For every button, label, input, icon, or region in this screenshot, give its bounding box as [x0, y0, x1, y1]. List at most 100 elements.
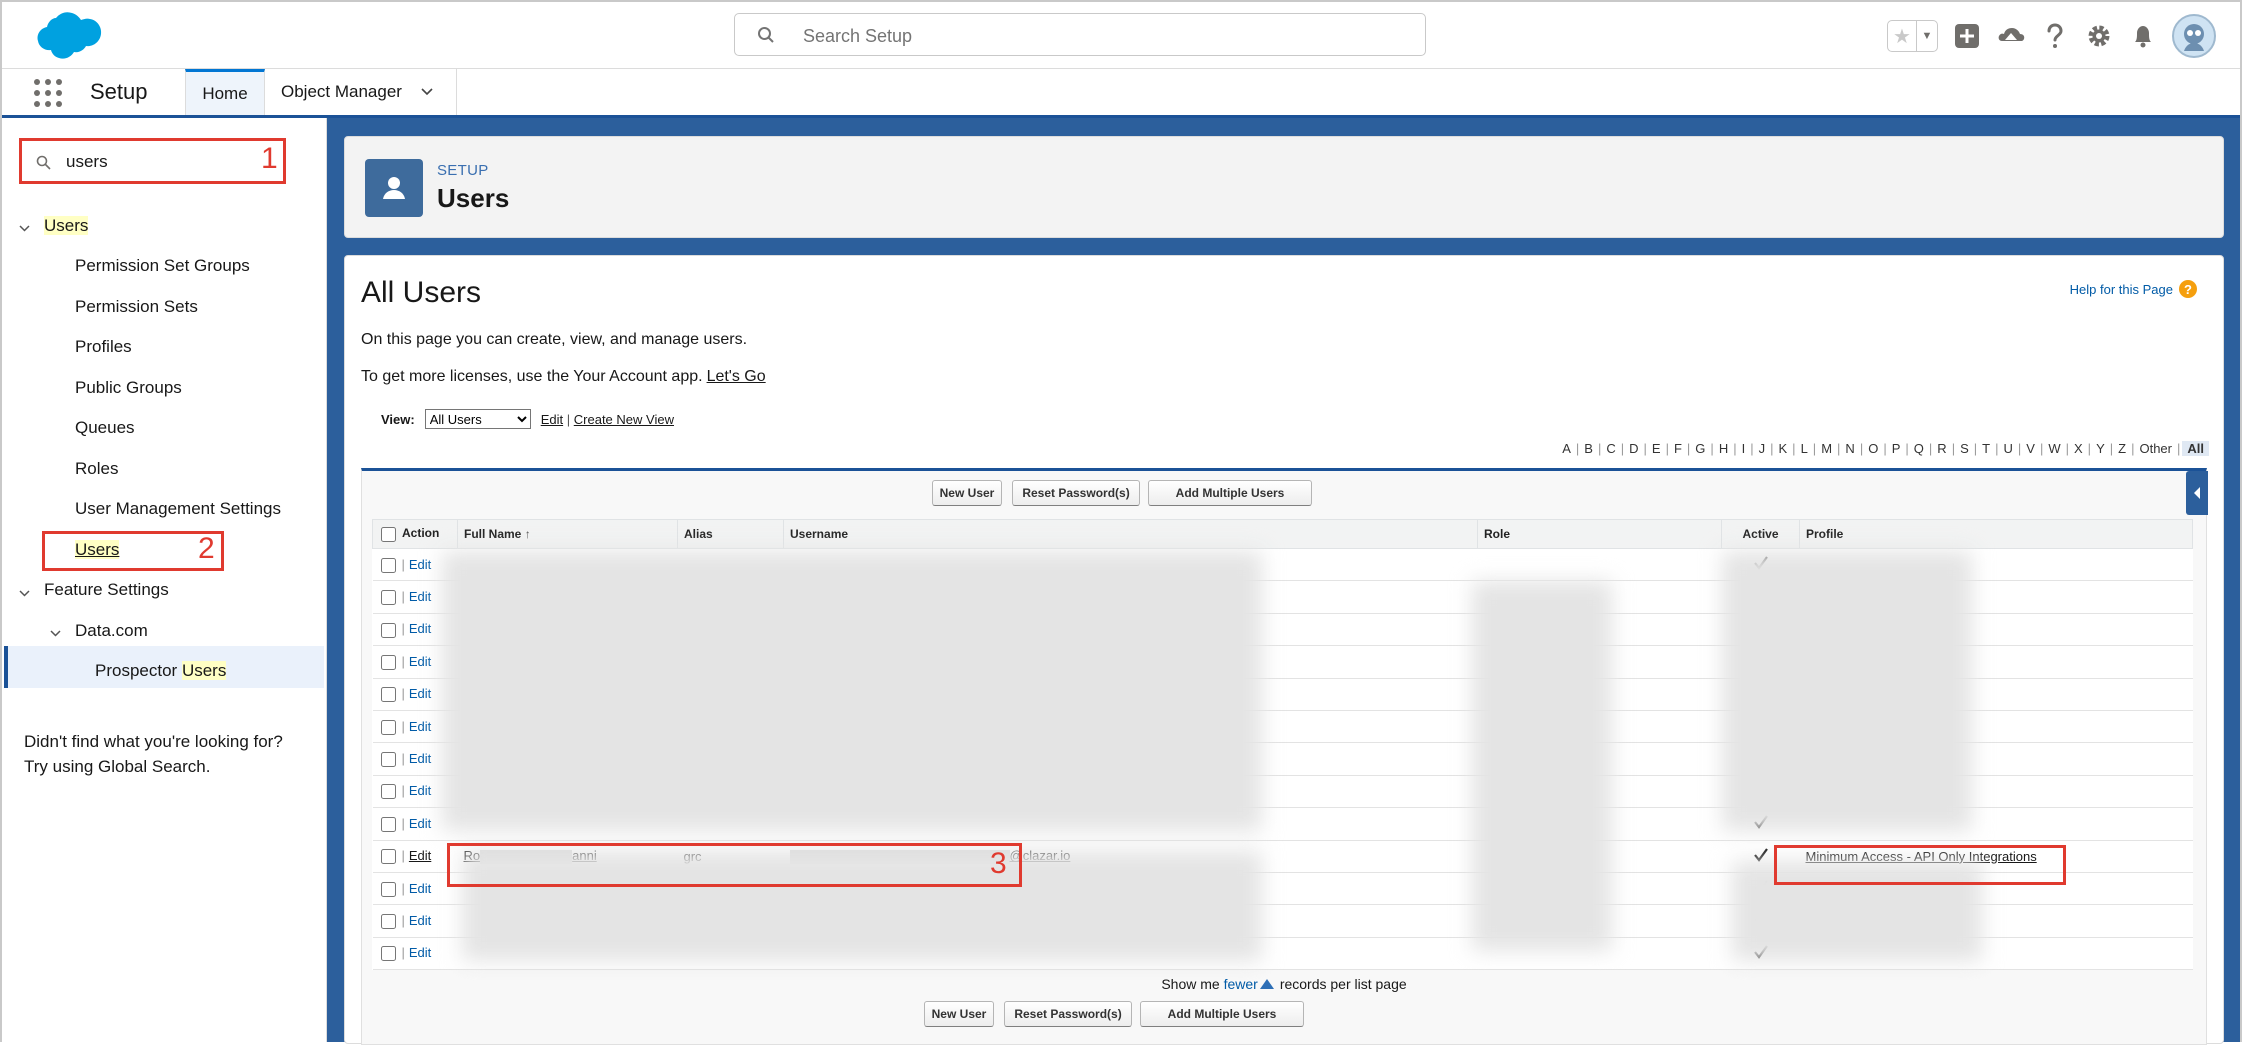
- alpha-filter-v[interactable]: V: [2023, 441, 2038, 456]
- column-header-username[interactable]: Username: [783, 519, 1478, 549]
- edit-link[interactable]: Edit: [409, 816, 431, 831]
- alpha-filter-h[interactable]: H: [1716, 441, 1731, 456]
- page-kicker[interactable]: SETUP: [437, 162, 489, 179]
- alpha-filter-o[interactable]: O: [1865, 441, 1881, 456]
- alpha-filter-l[interactable]: L: [1798, 441, 1811, 456]
- reset-passwords-button-bottom[interactable]: Reset Password(s): [1004, 1001, 1132, 1027]
- row-checkbox[interactable]: [380, 557, 396, 573]
- alpha-filter-a[interactable]: A: [1559, 441, 1574, 456]
- favorites-list-icon[interactable]: ▼: [1916, 21, 1937, 51]
- global-search-input[interactable]: [801, 22, 1405, 50]
- row-checkbox[interactable]: [380, 784, 396, 800]
- global-search-box[interactable]: [734, 13, 1426, 56]
- trailhead-icon[interactable]: [1996, 21, 2026, 51]
- edit-link[interactable]: Edit: [409, 751, 431, 766]
- row-checkbox[interactable]: [380, 752, 396, 768]
- gear-icon[interactable]: [2084, 21, 2114, 51]
- alpha-filter-s[interactable]: S: [1957, 441, 1972, 456]
- edit-link[interactable]: Edit: [409, 881, 431, 896]
- alpha-filter-k[interactable]: K: [1776, 441, 1791, 456]
- sidebar-section-users[interactable]: Users: [44, 216, 89, 236]
- alpha-filter-y[interactable]: Y: [2093, 441, 2108, 456]
- sidebar-item-public-groups[interactable]: Public Groups: [75, 378, 182, 398]
- notifications-bell-icon[interactable]: [2128, 21, 2158, 51]
- edit-link[interactable]: Edit: [409, 589, 431, 604]
- chevron-down-icon[interactable]: [420, 85, 434, 99]
- alpha-filter-g[interactable]: G: [1692, 441, 1708, 456]
- row-checkbox[interactable]: [380, 687, 396, 703]
- alpha-filter-n[interactable]: N: [1842, 441, 1857, 456]
- edit-link[interactable]: Edit: [409, 783, 431, 798]
- collapse-panel-icon[interactable]: [2186, 471, 2208, 515]
- tab-object-manager[interactable]: Object Manager: [267, 69, 457, 115]
- alpha-filter-f[interactable]: F: [1671, 441, 1685, 456]
- row-checkbox[interactable]: [380, 914, 396, 930]
- edit-link[interactable]: Edit: [409, 621, 431, 636]
- add-multiple-users-button-bottom[interactable]: Add Multiple Users: [1140, 1001, 1304, 1027]
- user-avatar[interactable]: [2172, 14, 2216, 58]
- sidebar-item-datacom[interactable]: Data.com: [75, 621, 148, 641]
- view-select[interactable]: All Users: [424, 409, 531, 429]
- global-actions-icon[interactable]: [1952, 21, 1982, 51]
- alpha-filter-w[interactable]: W: [2045, 441, 2063, 456]
- edit-link[interactable]: Edit: [409, 654, 431, 669]
- alpha-filter-i[interactable]: I: [1739, 441, 1749, 456]
- edit-link[interactable]: Edit: [409, 848, 431, 863]
- alpha-filter-p[interactable]: P: [1889, 441, 1904, 456]
- alpha-filter-t[interactable]: T: [1979, 441, 1993, 456]
- column-header-full-name[interactable]: Full Name ↑: [457, 519, 678, 549]
- row-checkbox[interactable]: [380, 719, 396, 735]
- quick-find-box[interactable]: [19, 138, 286, 184]
- edit-link[interactable]: Edit: [409, 945, 431, 960]
- favorites-star-icon[interactable]: ★: [1888, 21, 1916, 51]
- column-header-role[interactable]: Role: [1477, 519, 1722, 549]
- help-for-this-page-link[interactable]: Help for this Page ?: [2070, 280, 2197, 298]
- create-new-view-link[interactable]: Create New View: [574, 412, 674, 427]
- row-checkbox[interactable]: [380, 849, 396, 865]
- triangle-up-icon[interactable]: [1259, 979, 1274, 989]
- edit-link[interactable]: Edit: [409, 913, 431, 928]
- sidebar-item-permission-set-groups[interactable]: Permission Set Groups: [75, 256, 250, 276]
- sidebar-section-feature-settings[interactable]: Feature Settings: [44, 580, 169, 600]
- reset-passwords-button[interactable]: Reset Password(s): [1012, 480, 1140, 506]
- quick-find-input[interactable]: [64, 149, 228, 175]
- alpha-filter-q[interactable]: Q: [1911, 441, 1927, 456]
- edit-link[interactable]: Edit: [409, 719, 431, 734]
- edit-view-link[interactable]: Edit: [541, 412, 563, 427]
- alpha-filter-r[interactable]: R: [1934, 441, 1949, 456]
- sidebar-item-profiles[interactable]: Profiles: [75, 337, 132, 357]
- alpha-filter-e[interactable]: E: [1649, 441, 1664, 456]
- column-header-active[interactable]: Active: [1721, 519, 1800, 549]
- username-value[interactable]: @clazar.io: [1010, 848, 1071, 863]
- chevron-down-icon[interactable]: [18, 222, 31, 235]
- edit-link[interactable]: Edit: [409, 686, 431, 701]
- select-all-checkbox[interactable]: [381, 526, 396, 542]
- lets-go-link[interactable]: Let's Go: [707, 368, 766, 385]
- chevron-down-icon[interactable]: [18, 587, 31, 600]
- edit-link[interactable]: Edit: [409, 557, 431, 572]
- sidebar-item-roles[interactable]: Roles: [75, 459, 118, 479]
- sidebar-item-permission-sets[interactable]: Permission Sets: [75, 297, 198, 317]
- alpha-filter-c[interactable]: C: [1603, 441, 1618, 456]
- alpha-filter-x[interactable]: X: [2071, 441, 2086, 456]
- sidebar-item-queues[interactable]: Queues: [75, 418, 135, 438]
- new-user-button-bottom[interactable]: New User: [924, 1001, 994, 1027]
- sidebar-item-user-management-settings[interactable]: User Management Settings: [75, 499, 281, 519]
- add-multiple-users-button[interactable]: Add Multiple Users: [1148, 480, 1312, 506]
- full-name-link[interactable]: Ro anni: [464, 848, 597, 864]
- new-user-button[interactable]: New User: [932, 480, 1002, 506]
- help-icon[interactable]: [2040, 21, 2070, 51]
- app-launcher-icon[interactable]: [34, 79, 62, 107]
- profile-link[interactable]: Minimum Access - API Only Integrations: [1806, 849, 2037, 864]
- row-checkbox[interactable]: [380, 622, 396, 638]
- salesforce-cloud-logo[interactable]: [22, 10, 104, 64]
- alpha-filter-m[interactable]: M: [1818, 441, 1835, 456]
- alpha-filter-all[interactable]: All: [2182, 441, 2209, 456]
- column-header-profile[interactable]: Profile: [1799, 519, 2193, 549]
- chevron-down-icon[interactable]: [49, 627, 62, 640]
- sidebar-item-prospector-users[interactable]: Prospector Users: [95, 661, 227, 681]
- alpha-filter-other[interactable]: Other: [2136, 441, 2175, 456]
- row-checkbox[interactable]: [380, 816, 396, 832]
- alpha-filter-b[interactable]: B: [1581, 441, 1596, 456]
- alpha-filter-z[interactable]: Z: [2115, 441, 2129, 456]
